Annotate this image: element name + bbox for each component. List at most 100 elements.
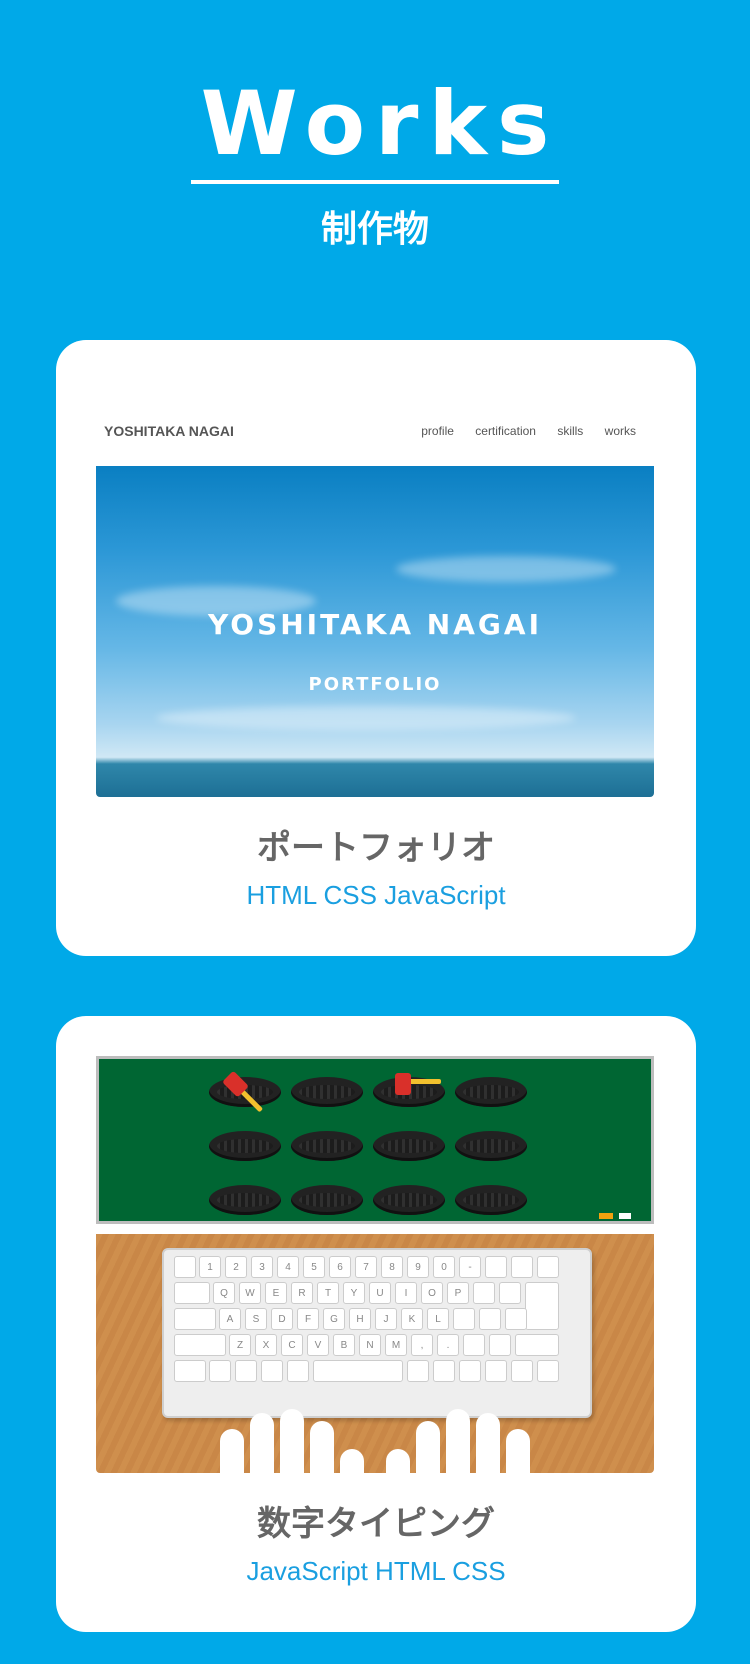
key-2: 2 <box>225 1256 247 1278</box>
key <box>537 1256 559 1278</box>
mole-hole <box>455 1131 527 1161</box>
key <box>479 1308 501 1330</box>
key-space <box>313 1360 403 1382</box>
section-title: Works <box>190 80 560 184</box>
key <box>459 1360 481 1382</box>
mole-hole <box>209 1185 281 1215</box>
key-s: S <box>245 1308 267 1330</box>
key <box>537 1360 559 1382</box>
key-h: H <box>349 1308 371 1330</box>
thumbnail-nav: YOSHITAKA NAGAI profile certification sk… <box>96 380 654 466</box>
key <box>473 1282 495 1304</box>
key-0: 0 <box>433 1256 455 1278</box>
key-5: 5 <box>303 1256 325 1278</box>
key <box>485 1360 507 1382</box>
key-8: 8 <box>381 1256 403 1278</box>
portfolio-thumbnail[interactable]: YOSHITAKA NAGAI profile certification sk… <box>96 380 654 797</box>
key-z: Z <box>229 1334 251 1356</box>
key-v: V <box>307 1334 329 1356</box>
key-i: I <box>395 1282 417 1304</box>
key <box>485 1256 507 1278</box>
work-card-portfolio[interactable]: YOSHITAKA NAGAI profile certification sk… <box>56 340 696 956</box>
key-1: 1 <box>199 1256 221 1278</box>
key-shift-left <box>174 1334 226 1356</box>
key <box>261 1360 283 1382</box>
key-minus: - <box>459 1256 481 1278</box>
key-6: 6 <box>329 1256 351 1278</box>
key-q: Q <box>213 1282 235 1304</box>
finger-shape <box>310 1421 334 1473</box>
work-title: 数字タイピング <box>257 1504 495 1544</box>
key-tab <box>174 1282 210 1304</box>
key-4: 4 <box>277 1256 299 1278</box>
key-3: 3 <box>251 1256 273 1278</box>
key-f: F <box>297 1308 319 1330</box>
key-caps <box>174 1308 216 1330</box>
mole-hole <box>373 1131 445 1161</box>
finger-shape <box>506 1429 530 1473</box>
mole-hole <box>291 1131 363 1161</box>
key-a: A <box>219 1308 241 1330</box>
key-comma: , <box>411 1334 433 1356</box>
thumbnail-nav-certification: certification <box>475 424 536 438</box>
key-j: J <box>375 1308 397 1330</box>
thumbnail-nav-skills: skills <box>557 424 584 438</box>
thumbnail-nav-profile: profile <box>421 424 454 438</box>
key <box>499 1282 521 1304</box>
thumbnail-hero-subtitle: PORTFOLIO <box>308 674 442 695</box>
key-g: G <box>323 1308 345 1330</box>
key-p: P <box>447 1282 469 1304</box>
mole-hole <box>291 1077 363 1107</box>
keyboard: 1 2 3 4 5 6 7 8 9 0 - Q W E R T Y U I O … <box>162 1248 592 1418</box>
key <box>453 1308 475 1330</box>
key <box>174 1256 196 1278</box>
key-shift-right <box>515 1334 559 1356</box>
cloud-shape <box>396 556 616 582</box>
thumbnail-hero-title: YOSHITAKA NAGAI <box>208 608 542 641</box>
works-section-header: Works 制作物 <box>0 80 750 252</box>
thumbnail-logo: YOSHITAKA NAGAI <box>104 423 234 439</box>
finger-shape <box>416 1421 440 1473</box>
key-b: B <box>333 1334 355 1356</box>
key <box>174 1360 206 1382</box>
mole-hole <box>291 1185 363 1215</box>
key-y: Y <box>343 1282 365 1304</box>
key <box>433 1360 455 1382</box>
thumbnail-nav-works: works <box>604 424 636 438</box>
key-m: M <box>385 1334 407 1356</box>
work-tags: HTML CSS JavaScript <box>246 880 506 910</box>
finger-shape <box>446 1409 470 1473</box>
key-w: W <box>239 1282 261 1304</box>
mole-hole <box>455 1185 527 1215</box>
thumbnail-hero-sky: YOSHITAKA NAGAI PORTFOLIO <box>96 466 654 797</box>
finger-shape <box>476 1413 500 1473</box>
key-t: T <box>317 1282 339 1304</box>
key-x: X <box>255 1334 277 1356</box>
work-tags: JavaScript HTML CSS <box>246 1556 506 1586</box>
key-n: N <box>359 1334 381 1356</box>
typing-game-thumbnail[interactable]: 1 2 3 4 5 6 7 8 9 0 - Q W E R T Y U I O … <box>96 1056 654 1473</box>
key <box>407 1360 429 1382</box>
work-card-typing[interactable]: 1 2 3 4 5 6 7 8 9 0 - Q W E R T Y U I O … <box>56 1016 696 1632</box>
key <box>489 1334 511 1356</box>
finger-shape <box>250 1413 274 1473</box>
key-7: 7 <box>355 1256 377 1278</box>
key-k: K <box>401 1308 423 1330</box>
key-enter <box>525 1282 559 1330</box>
key <box>209 1360 231 1382</box>
finger-shape <box>280 1409 304 1473</box>
mole-hole <box>455 1077 527 1107</box>
key <box>511 1256 533 1278</box>
key-period: . <box>437 1334 459 1356</box>
thumbnail-nav-links: profile certification skills works <box>403 424 636 438</box>
key-c: C <box>281 1334 303 1356</box>
finger-shape <box>340 1449 364 1473</box>
key-e: E <box>265 1282 287 1304</box>
finger-shape <box>220 1429 244 1473</box>
indicator-white <box>619 1213 631 1219</box>
key-u: U <box>369 1282 391 1304</box>
finger-shape <box>386 1449 410 1473</box>
key <box>505 1308 527 1330</box>
work-title: ポートフォリオ <box>257 828 495 868</box>
key-9: 9 <box>407 1256 429 1278</box>
